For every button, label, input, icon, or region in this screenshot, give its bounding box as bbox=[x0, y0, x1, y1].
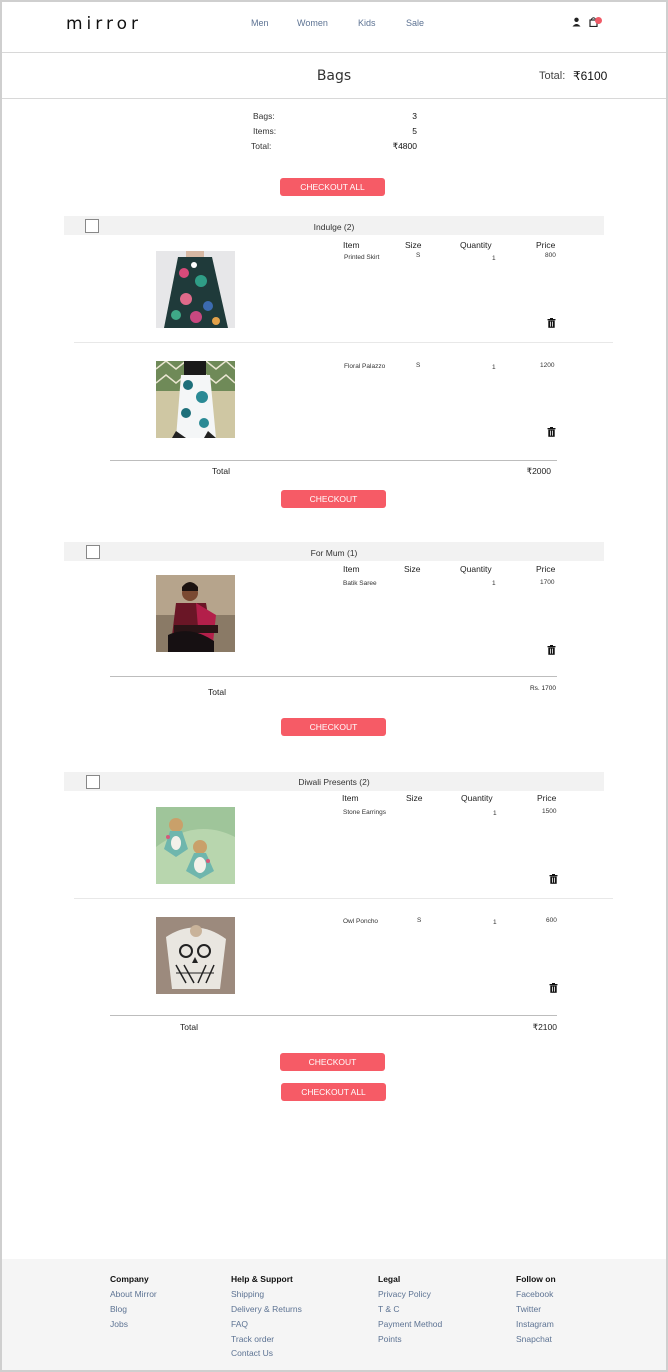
summary-total-value: ₹4800 bbox=[392, 141, 417, 151]
title-divider bbox=[2, 98, 666, 99]
summary-bags-value: 3 bbox=[412, 111, 417, 121]
product-image-batik-saree[interactable] bbox=[156, 575, 235, 652]
item-size: S bbox=[416, 362, 421, 369]
checkout-button-diwali-presents[interactable]: CHECKOUT bbox=[280, 1053, 385, 1071]
col-quantity-header: Quantity bbox=[461, 793, 493, 803]
user-icon[interactable] bbox=[572, 17, 581, 27]
item-name: Owl Poncho bbox=[343, 918, 379, 925]
footer-link-shipping[interactable]: Shipping bbox=[231, 1289, 264, 1299]
item-name: Floral Palazzo bbox=[344, 363, 386, 370]
item-quantity: 1 bbox=[492, 364, 496, 371]
summary-items-label: Items: bbox=[253, 126, 277, 136]
header-divider bbox=[2, 52, 666, 53]
col-size-header: Size bbox=[404, 564, 421, 574]
group-title-diwali-presents: Diwali Presents (2) bbox=[298, 777, 370, 787]
nav-men[interactable]: Men bbox=[251, 18, 269, 28]
checkout-button-for-mum[interactable]: CHECKOUT bbox=[281, 718, 386, 736]
footer-heading-follow: Follow on bbox=[516, 1274, 556, 1284]
summary-items-value: 5 bbox=[412, 126, 417, 136]
item-quantity: 1 bbox=[493, 919, 497, 926]
footer-link-contact-us[interactable]: Contact Us bbox=[231, 1348, 273, 1358]
trash-icon[interactable] bbox=[547, 645, 556, 655]
item-divider bbox=[74, 342, 613, 343]
trash-icon[interactable] bbox=[549, 983, 558, 993]
checkout-all-button[interactable]: CHECKOUT ALL bbox=[280, 178, 385, 196]
col-quantity-header: Quantity bbox=[460, 564, 492, 574]
footer-link-instagram[interactable]: Instagram bbox=[516, 1319, 554, 1329]
item-quantity: 1 bbox=[492, 255, 496, 262]
item-quantity: 1 bbox=[493, 810, 497, 817]
product-image-stone-earrings[interactable] bbox=[156, 807, 235, 884]
grand-total-label: Total: bbox=[539, 70, 566, 82]
footer-link-twitter[interactable]: Twitter bbox=[516, 1304, 541, 1314]
col-size-header: Size bbox=[405, 240, 422, 250]
item-name: Stone Earrings bbox=[343, 809, 386, 816]
group-total-label: Total bbox=[208, 687, 226, 697]
col-quantity-header: Quantity bbox=[460, 240, 492, 250]
grand-total-value: ₹6100 bbox=[573, 69, 608, 83]
col-price-header: Price bbox=[536, 240, 556, 250]
col-size-header: Size bbox=[406, 793, 423, 803]
item-price: 1500 bbox=[542, 808, 557, 815]
logo[interactable]: mirror bbox=[66, 14, 142, 34]
group-total-value: ₹2000 bbox=[526, 466, 551, 476]
nav-kids[interactable]: Kids bbox=[358, 18, 376, 28]
group-title-indulge: Indulge (2) bbox=[313, 222, 355, 232]
group-total-divider bbox=[110, 460, 557, 461]
footer-link-snapchat[interactable]: Snapchat bbox=[516, 1334, 552, 1344]
group-total-value: ₹2100 bbox=[532, 1022, 557, 1032]
summary-total-label: Total: bbox=[251, 141, 272, 151]
col-item-header: Item bbox=[343, 240, 360, 250]
item-price: 1200 bbox=[540, 362, 555, 369]
page-frame bbox=[0, 0, 668, 1372]
group-total-label: Total bbox=[212, 466, 230, 476]
trash-icon[interactable] bbox=[549, 874, 558, 884]
trash-icon[interactable] bbox=[547, 318, 556, 328]
footer-link-blog[interactable]: Blog bbox=[110, 1304, 127, 1314]
checkout-all-button-bottom[interactable]: CHECKOUT ALL bbox=[281, 1083, 386, 1101]
product-image-owl-poncho[interactable] bbox=[156, 917, 235, 994]
nav-women[interactable]: Women bbox=[297, 18, 328, 28]
col-item-header: Item bbox=[342, 793, 359, 803]
summary-bags-label: Bags: bbox=[253, 111, 275, 121]
item-name: Printed Skirt bbox=[344, 254, 380, 261]
footer-heading-help: Help & Support bbox=[231, 1274, 293, 1284]
item-price: 600 bbox=[546, 917, 557, 924]
item-size: S bbox=[417, 917, 422, 924]
footer-link-privacy-policy[interactable]: Privacy Policy bbox=[378, 1289, 431, 1299]
footer-heading-company: Company bbox=[110, 1274, 149, 1284]
trash-icon[interactable] bbox=[547, 427, 556, 437]
col-price-header: Price bbox=[536, 564, 556, 574]
item-quantity: 1 bbox=[492, 580, 496, 587]
footer-link-faq[interactable]: FAQ bbox=[231, 1319, 248, 1329]
group-total-divider bbox=[110, 1015, 557, 1016]
group-total-value: Rs. 1700 bbox=[529, 685, 556, 692]
page-title: Bags bbox=[316, 68, 352, 84]
checkout-button-indulge[interactable]: CHECKOUT bbox=[281, 490, 386, 508]
footer-link-tc[interactable]: T & C bbox=[378, 1304, 400, 1314]
cart-count-badge bbox=[595, 17, 602, 24]
footer-link-about-mirror[interactable]: About Mirror bbox=[110, 1289, 157, 1299]
footer-link-track-order[interactable]: Track order bbox=[231, 1334, 274, 1344]
item-size: S bbox=[416, 252, 421, 259]
product-image-printed-skirt[interactable] bbox=[156, 251, 235, 328]
item-divider bbox=[74, 898, 613, 899]
footer-link-payment-method[interactable]: Payment Method bbox=[378, 1319, 442, 1329]
col-price-header: Price bbox=[537, 793, 557, 803]
footer-link-facebook[interactable]: Facebook bbox=[516, 1289, 553, 1299]
item-price: 1700 bbox=[540, 579, 555, 586]
group-total-divider bbox=[110, 676, 557, 677]
item-price: 800 bbox=[545, 252, 556, 259]
item-name: Batik Saree bbox=[343, 580, 377, 587]
col-item-header: Item bbox=[343, 564, 360, 574]
footer bbox=[2, 1259, 666, 1370]
footer-link-delivery-returns[interactable]: Delivery & Returns bbox=[231, 1304, 302, 1314]
footer-link-points[interactable]: Points bbox=[378, 1334, 402, 1344]
footer-link-jobs[interactable]: Jobs bbox=[110, 1319, 128, 1329]
product-image-floral-palazzo[interactable] bbox=[156, 361, 235, 438]
group-total-label: Total bbox=[180, 1022, 198, 1032]
group-title-for-mum: For Mum (1) bbox=[310, 548, 358, 558]
footer-heading-legal: Legal bbox=[378, 1274, 401, 1284]
nav-sale[interactable]: Sale bbox=[406, 18, 424, 28]
